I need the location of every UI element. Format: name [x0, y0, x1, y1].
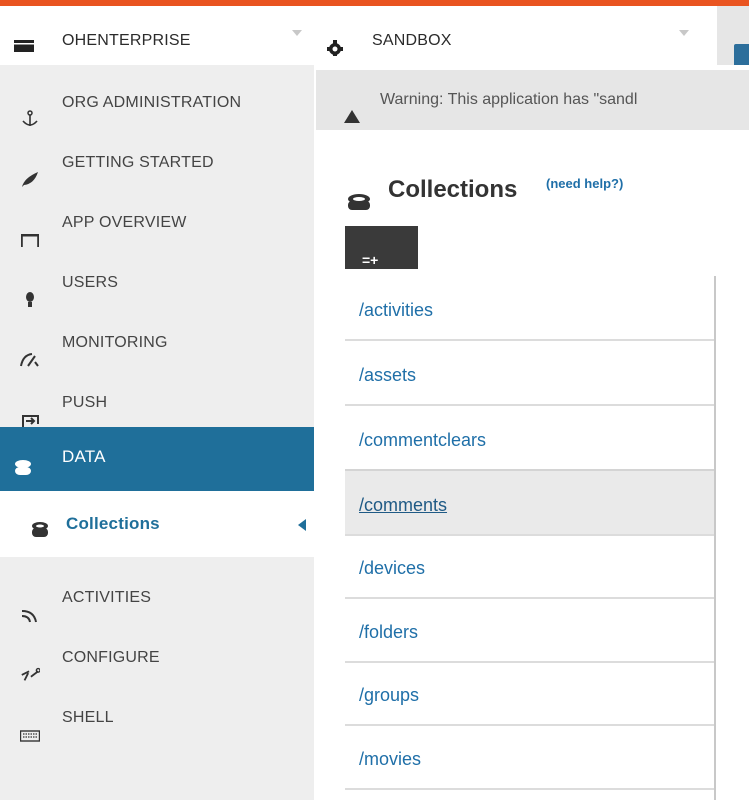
sidebar-item-label: SHELL	[62, 709, 114, 726]
sidebar-item-shell[interactable]: SHELL	[0, 695, 314, 755]
collection-link[interactable]: /movies	[359, 749, 421, 770]
collections-icon	[32, 522, 48, 537]
collections-list: /activities /assets /commentclears /comm…	[345, 276, 716, 800]
gear-icon	[327, 40, 343, 56]
sidebar-item-getting-started[interactable]: GETTING STARTED	[0, 140, 314, 200]
keyboard-icon	[20, 730, 40, 742]
add-collection-button[interactable]: =+	[345, 226, 418, 269]
user-icon	[26, 292, 34, 307]
collection-link[interactable]: /devices	[359, 558, 425, 579]
sidebar-item-label: USERS	[62, 274, 119, 291]
org-name: OHENTERPRISE	[62, 32, 191, 49]
gauge-icon	[20, 353, 39, 367]
sidebar-item-app-overview[interactable]: APP OVERVIEW	[0, 200, 314, 260]
table-icon	[21, 234, 39, 247]
warning-text: Warning: This application has "sandl	[380, 91, 638, 108]
sidebar-item-org-administration[interactable]: ORG ADMINISTRATION	[0, 80, 314, 140]
collection-row-selected[interactable]: /comments	[345, 469, 714, 536]
collection-link[interactable]: /folders	[359, 622, 418, 643]
collection-row[interactable]: /commentclears	[345, 406, 714, 471]
collection-link[interactable]: /commentclears	[359, 430, 486, 451]
org-selector[interactable]: OHENTERPRISE	[0, 6, 314, 65]
app-name: SANDBOX	[372, 32, 452, 49]
sidebar-item-configure[interactable]: CONFIGURE	[0, 635, 314, 695]
wrench-icon	[21, 667, 40, 681]
anchor-icon	[22, 110, 38, 126]
sidebar-item-label: Collections	[66, 514, 160, 533]
collection-row[interactable]: /assets	[345, 341, 714, 406]
sidebar-item-label: APP OVERVIEW	[62, 214, 187, 231]
collection-row[interactable]: /activities	[345, 276, 714, 341]
sandbox-warning-banner: Warning: This application has "sandl	[316, 70, 749, 130]
sidebar-item-label: DATA	[62, 447, 106, 466]
rss-icon	[21, 610, 37, 623]
collection-row[interactable]: /movies	[345, 725, 714, 790]
collection-link[interactable]: /groups	[359, 685, 419, 706]
chevron-down-icon	[292, 30, 302, 36]
collection-link[interactable]: /assets	[359, 365, 416, 386]
collection-row[interactable]: /devices	[345, 534, 714, 599]
sidebar-item-label: GETTING STARTED	[62, 154, 214, 171]
collection-link[interactable]: /comments	[359, 495, 447, 516]
sidebar-item-label: ORG ADMINISTRATION	[62, 94, 242, 111]
collections-icon	[348, 194, 370, 210]
active-indicator-icon	[298, 519, 306, 531]
chevron-down-icon	[679, 30, 689, 36]
page-title: Collections	[388, 176, 518, 203]
add-collection-label: =+	[362, 252, 379, 268]
sidebar-item-monitoring[interactable]: MONITORING	[0, 320, 314, 380]
push-icon	[22, 415, 39, 427]
database-icon	[15, 460, 31, 475]
sidebar-item-label: PUSH	[62, 394, 108, 411]
rocket-icon	[22, 172, 38, 187]
sidebar: ORG ADMINISTRATION GETTING STARTED APP O…	[0, 65, 314, 800]
collection-row[interactable]: /groups	[345, 661, 714, 726]
collection-row[interactable]: /folders	[345, 598, 714, 663]
sidebar-item-label: MONITORING	[62, 334, 168, 351]
sidebar-item-data[interactable]: DATA	[0, 427, 314, 491]
app-selector[interactable]: SANDBOX	[314, 6, 717, 65]
help-link[interactable]: (need help?)	[546, 176, 623, 191]
overflow-tab[interactable]	[734, 44, 749, 65]
warning-icon	[344, 110, 360, 123]
briefcase-icon	[14, 40, 34, 52]
collection-link[interactable]: /activities	[359, 300, 433, 321]
header-overflow	[717, 6, 749, 65]
sidebar-subitem-collections[interactable]: Collections	[0, 491, 314, 557]
sidebar-item-label: ACTIVITIES	[62, 589, 152, 606]
sidebar-item-activities[interactable]: ACTIVITIES	[0, 575, 314, 635]
sidebar-item-users[interactable]: USERS	[0, 260, 314, 320]
sidebar-item-label: CONFIGURE	[62, 649, 160, 666]
